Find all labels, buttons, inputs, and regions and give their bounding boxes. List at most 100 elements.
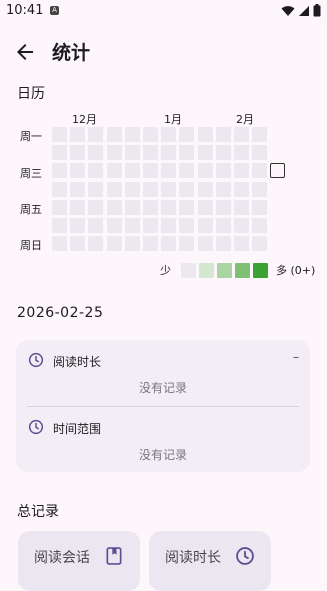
heatmap-cell[interactable] <box>70 200 85 215</box>
heatmap-cell[interactable] <box>216 182 231 197</box>
heatmap-cell[interactable] <box>216 218 231 233</box>
page-title: 统计 <box>52 42 91 64</box>
heatmap-cell[interactable] <box>216 236 231 251</box>
heatmap-cell[interactable] <box>234 145 249 160</box>
heatmap-cell[interactable] <box>52 182 67 197</box>
arrow-back-icon <box>17 44 33 60</box>
heatmap-cell[interactable] <box>161 163 176 178</box>
heatmap-cell[interactable] <box>234 163 249 178</box>
heatmap-cell[interactable] <box>125 145 140 160</box>
heatmap-cell[interactable] <box>143 200 158 215</box>
heatmap-cell[interactable] <box>198 182 213 197</box>
heatmap-cell[interactable] <box>70 236 85 251</box>
heatmap-cell[interactable] <box>143 127 158 142</box>
heatmap-cell[interactable] <box>125 163 140 178</box>
reading-time-card[interactable]: 阅读时长 <box>149 531 271 591</box>
heatmap-cell[interactable] <box>88 200 103 215</box>
heatmap-cell[interactable] <box>179 163 194 178</box>
heatmap-cell[interactable] <box>252 236 267 251</box>
heatmap-cell[interactable] <box>70 218 85 233</box>
heatmap-cell[interactable] <box>179 127 194 142</box>
heatmap-cell[interactable] <box>125 200 140 215</box>
heatmap-cell[interactable] <box>252 182 267 197</box>
heatmap-cell[interactable] <box>179 182 194 197</box>
heatmap-legend: 少 多 (0+) <box>160 262 315 278</box>
heatmap-cell[interactable] <box>143 218 158 233</box>
heatmap-cell[interactable] <box>107 236 122 251</box>
heatmap-cell[interactable] <box>216 127 231 142</box>
heatmap-cell[interactable] <box>143 145 158 160</box>
heatmap-cell-today[interactable] <box>270 163 285 178</box>
clock-icon <box>28 419 44 435</box>
heatmap-cell[interactable] <box>234 182 249 197</box>
heatmap-cell[interactable] <box>70 163 85 178</box>
heatmap-cell[interactable] <box>216 163 231 178</box>
heatmap-cell[interactable] <box>52 163 67 178</box>
heatmap-cell[interactable] <box>252 200 267 215</box>
heatmap-cell[interactable] <box>88 236 103 251</box>
heatmap-cell[interactable] <box>179 145 194 160</box>
heatmap-cell[interactable] <box>143 182 158 197</box>
heatmap-cell[interactable] <box>216 200 231 215</box>
month-label: 1月 <box>164 113 182 126</box>
heatmap-cell[interactable] <box>125 218 140 233</box>
reading-time-value: – <box>293 350 299 364</box>
heatmap-cell[interactable] <box>107 127 122 142</box>
back-button[interactable] <box>13 40 37 64</box>
heatmap-cell[interactable] <box>198 218 213 233</box>
heatmap-cell[interactable] <box>161 182 176 197</box>
heatmap-cell[interactable] <box>161 236 176 251</box>
heatmap-cell[interactable] <box>198 236 213 251</box>
heatmap-cell[interactable] <box>70 182 85 197</box>
heatmap-cell[interactable] <box>88 182 103 197</box>
heatmap-cell[interactable] <box>52 145 67 160</box>
heatmap-cell[interactable] <box>179 218 194 233</box>
heatmap-cell[interactable] <box>88 163 103 178</box>
heatmap-cell[interactable] <box>107 182 122 197</box>
heatmap-cell[interactable] <box>198 145 213 160</box>
heatmap-cell[interactable] <box>252 218 267 233</box>
heatmap-cell[interactable] <box>252 127 267 142</box>
heatmap-cell[interactable] <box>234 236 249 251</box>
heatmap-cell[interactable] <box>88 127 103 142</box>
heatmap-cell[interactable] <box>70 127 85 142</box>
heatmap-cell[interactable] <box>107 145 122 160</box>
heatmap-cell[interactable] <box>161 145 176 160</box>
heatmap-cell[interactable] <box>88 218 103 233</box>
heatmap-cell[interactable] <box>125 182 140 197</box>
heatmap-cell[interactable] <box>52 127 67 142</box>
app-bar: 统计 <box>0 24 327 80</box>
legend-more-label: 多 (0+) <box>276 264 316 277</box>
heatmap-cell[interactable] <box>52 236 67 251</box>
heatmap-cell[interactable] <box>234 218 249 233</box>
heatmap-cell[interactable] <box>52 200 67 215</box>
status-bar: 10:41 A <box>0 0 327 24</box>
reading-sessions-card[interactable]: 阅读会话 <box>18 531 140 591</box>
heatmap-cell[interactable] <box>161 218 176 233</box>
time-range-empty: 没有记录 <box>138 448 187 462</box>
heatmap-cell[interactable] <box>216 145 231 160</box>
heatmap-cell[interactable] <box>52 218 67 233</box>
heatmap-cell[interactable] <box>179 200 194 215</box>
heatmap-cell[interactable] <box>198 200 213 215</box>
heatmap-cell[interactable] <box>70 145 85 160</box>
month-label: 12月 <box>72 113 97 126</box>
legend-swatch <box>253 262 268 278</box>
heatmap-cell[interactable] <box>234 200 249 215</box>
heatmap-cell[interactable] <box>107 218 122 233</box>
heatmap-cell[interactable] <box>252 163 267 178</box>
heatmap-cell[interactable] <box>198 127 213 142</box>
heatmap-cell[interactable] <box>198 163 213 178</box>
heatmap-cell[interactable] <box>252 145 267 160</box>
heatmap-cell[interactable] <box>161 127 176 142</box>
heatmap-cell[interactable] <box>179 236 194 251</box>
heatmap-cell[interactable] <box>143 163 158 178</box>
heatmap-cell[interactable] <box>234 127 249 142</box>
heatmap-cell[interactable] <box>125 236 140 251</box>
heatmap-cell[interactable] <box>107 163 122 178</box>
heatmap-cell[interactable] <box>161 200 176 215</box>
heatmap-cell[interactable] <box>125 127 140 142</box>
heatmap-cell[interactable] <box>143 236 158 251</box>
heatmap-cell[interactable] <box>107 200 122 215</box>
heatmap-cell[interactable] <box>88 145 103 160</box>
